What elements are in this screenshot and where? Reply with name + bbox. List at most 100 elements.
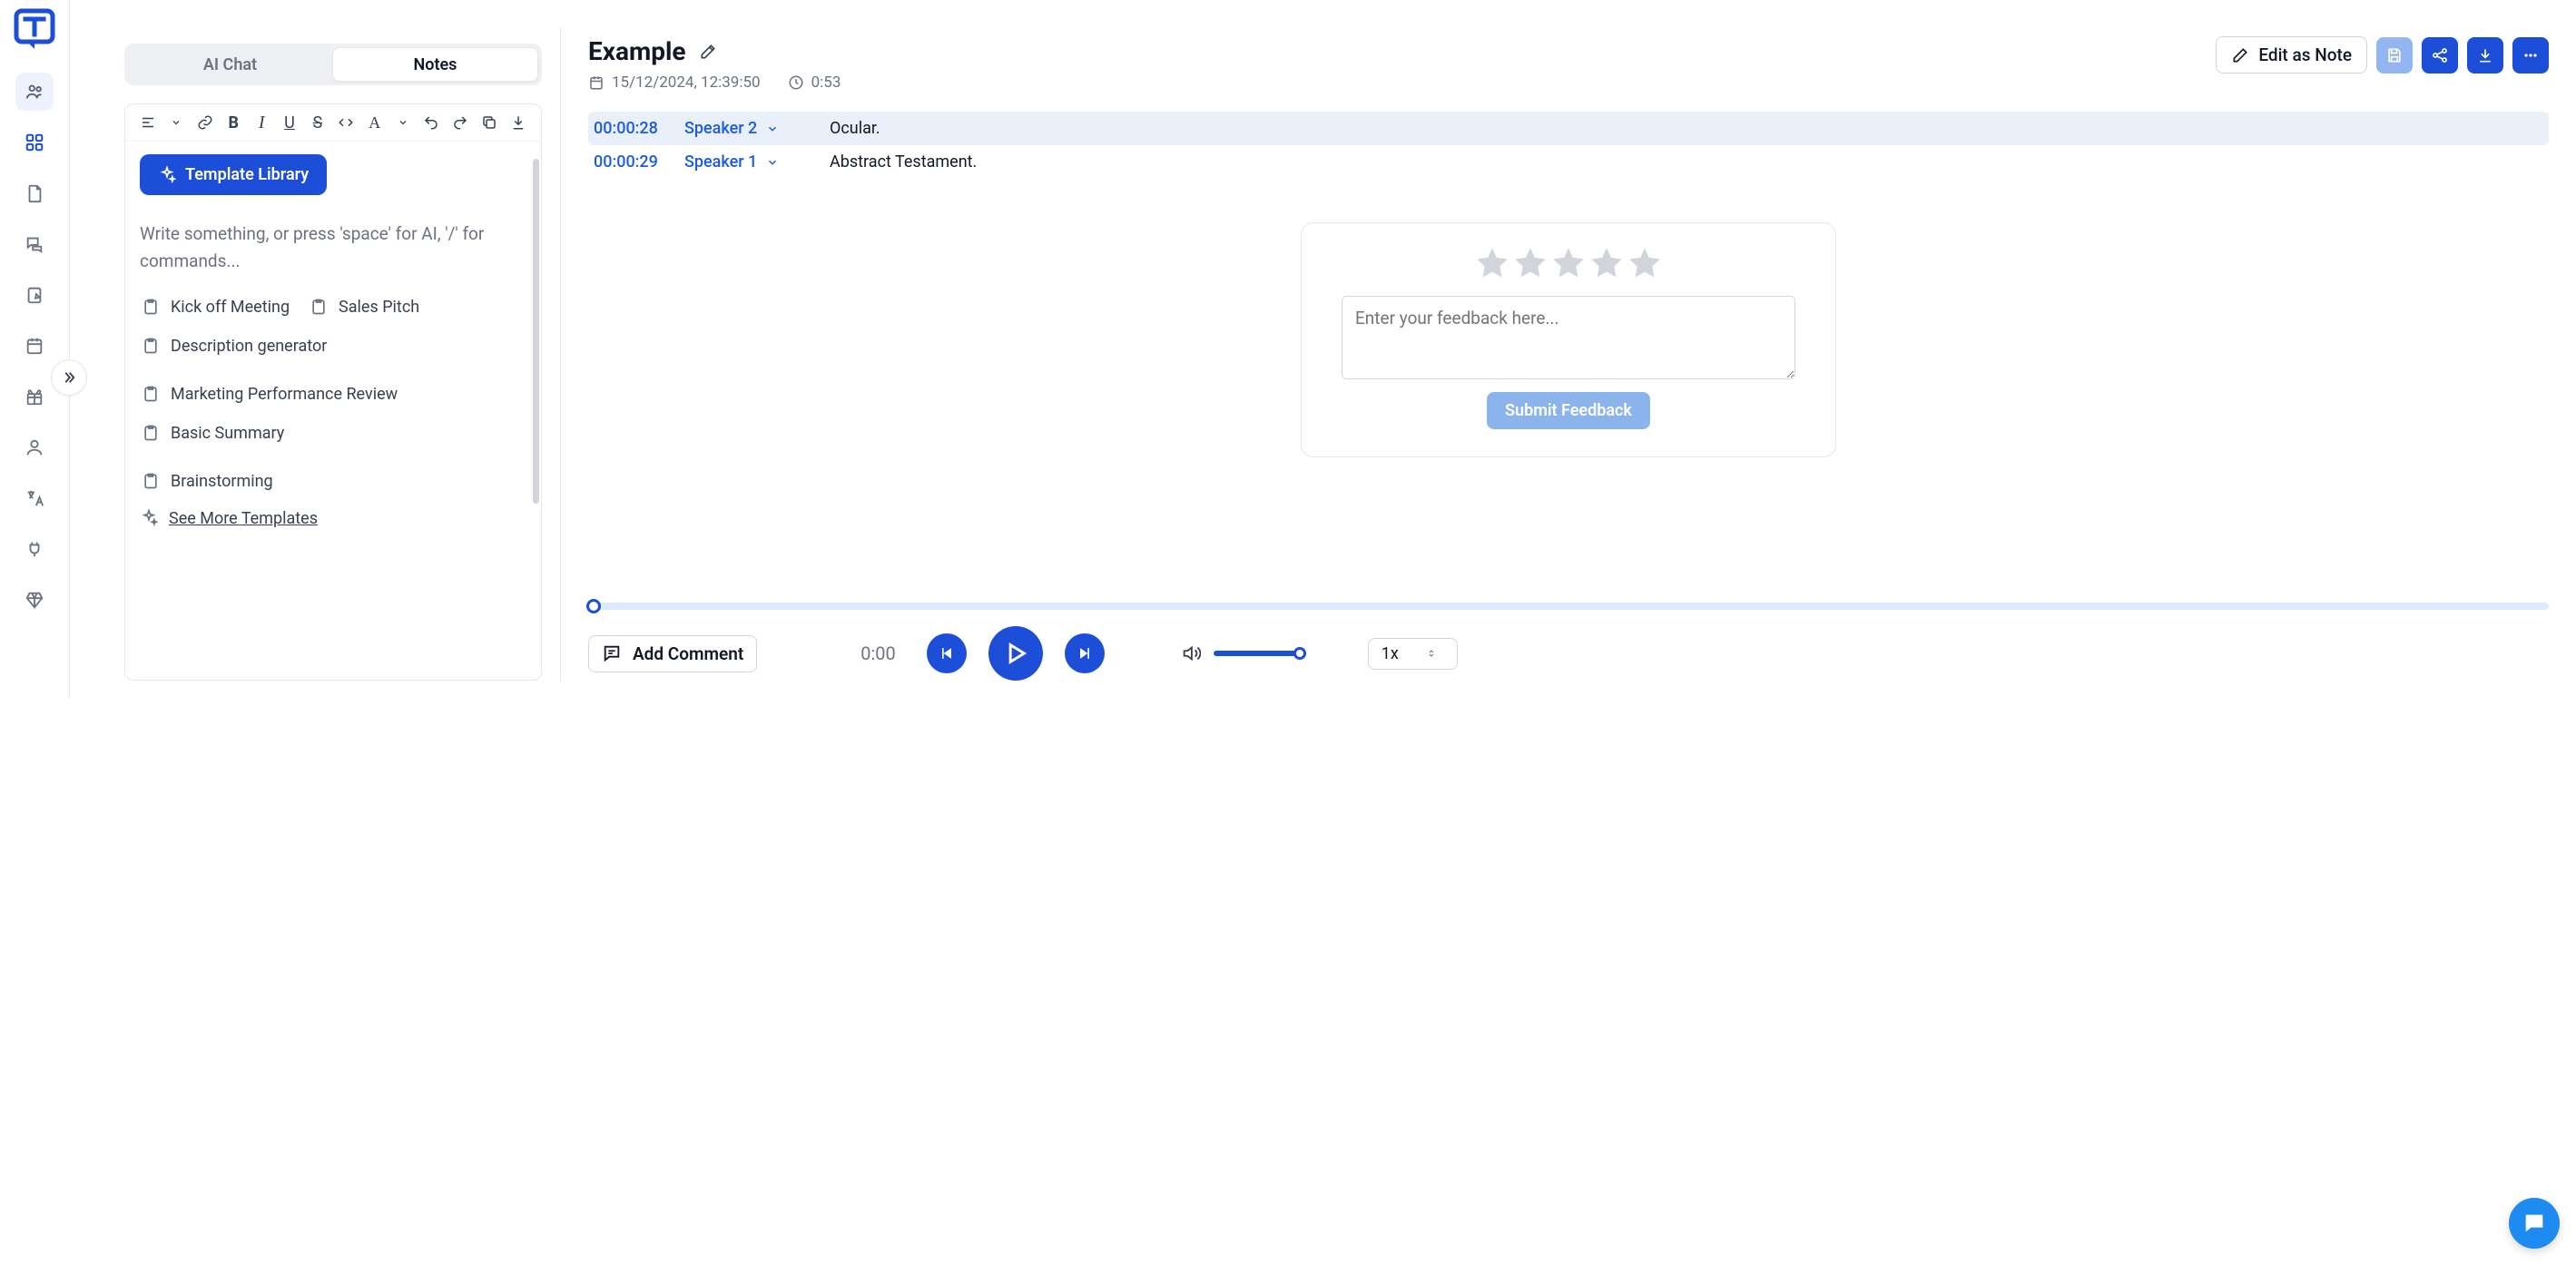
- transcript-row[interactable]: 00:00:28 Speaker 2 Ocular.: [588, 112, 2549, 145]
- calendar-icon: [588, 74, 605, 91]
- volume-icon[interactable]: [1181, 643, 1201, 663]
- chevron-down-icon[interactable]: [169, 112, 184, 133]
- template-description[interactable]: Description generator: [140, 331, 329, 361]
- sidebar-item-team[interactable]: [15, 73, 54, 111]
- sidebar-item-chat[interactable]: [15, 225, 54, 263]
- editor-placeholder: Write something, or press 'space' for AI…: [140, 221, 526, 276]
- copy-icon[interactable]: [481, 112, 497, 133]
- template-kickoff[interactable]: Kick off Meeting: [140, 292, 291, 322]
- skip-back-icon: [938, 644, 956, 662]
- transcript-text: Abstract Testament.: [830, 152, 2543, 172]
- editor-body[interactable]: Template Library Write something, or pre…: [125, 142, 541, 680]
- sidebar-item-notebook[interactable]: [15, 276, 54, 314]
- see-more-templates[interactable]: See More Templates: [140, 509, 318, 528]
- strike-button[interactable]: S: [310, 112, 325, 133]
- align-icon[interactable]: [140, 112, 156, 133]
- share-button[interactable]: [2422, 37, 2458, 74]
- transcript-panel: Example 15/12/2024, 12:39:50 0:53: [561, 0, 2576, 699]
- sidebar-item-gift[interactable]: [15, 378, 54, 416]
- play-button[interactable]: [988, 626, 1043, 681]
- chevron-down-icon-2[interactable]: [395, 112, 410, 133]
- more-button[interactable]: [2512, 37, 2549, 74]
- sidebar-expand-button[interactable]: [51, 359, 87, 396]
- transcript-time: 00:00:28: [594, 119, 672, 138]
- star-icon[interactable]: [1550, 245, 1587, 281]
- page-title: Example: [588, 36, 686, 66]
- sparkle-icon: [140, 509, 158, 527]
- edit-title-icon[interactable]: [699, 43, 717, 61]
- chevron-down-icon: [766, 156, 779, 169]
- star-icon[interactable]: [1512, 245, 1549, 281]
- transcript-row[interactable]: 00:00:29 Speaker 1 Abstract Testament.: [588, 145, 2549, 179]
- download-button[interactable]: [2467, 37, 2503, 74]
- notes-editor: B I U S A Template Library: [124, 103, 542, 681]
- template-library-button[interactable]: Template Library: [140, 154, 327, 195]
- link-icon[interactable]: [197, 112, 213, 133]
- template-marketing[interactable]: Marketing Performance Review: [140, 379, 399, 409]
- pencil-icon: [2231, 46, 2249, 64]
- sidebar-item-translate[interactable]: [15, 479, 54, 517]
- redo-icon[interactable]: [452, 112, 468, 133]
- star-icon[interactable]: [1588, 245, 1625, 281]
- notes-panel: AI Chat Notes B I U S A: [70, 0, 560, 699]
- help-chat-button[interactable]: [2509, 1198, 2560, 1249]
- submit-feedback-button[interactable]: Submit Feedback: [1487, 392, 1650, 429]
- clipboard-icon: [142, 337, 160, 355]
- meta-date: 15/12/2024, 12:39:50: [588, 74, 761, 92]
- italic-button[interactable]: I: [254, 112, 270, 133]
- clipboard-icon: [310, 298, 328, 316]
- template-brainstorm[interactable]: Brainstorming: [140, 466, 275, 496]
- text-color-button[interactable]: A: [367, 112, 382, 133]
- prev-track-button[interactable]: [927, 633, 967, 673]
- save-icon: [2385, 46, 2404, 64]
- code-icon[interactable]: [338, 112, 354, 133]
- bold-button[interactable]: B: [226, 112, 241, 133]
- speaker-selector[interactable]: Speaker 2: [684, 119, 817, 138]
- tab-notes[interactable]: Notes: [332, 47, 538, 82]
- progress-bar[interactable]: [588, 603, 2549, 610]
- star-rating[interactable]: [1474, 245, 1663, 281]
- share-icon: [2431, 46, 2449, 64]
- sidebar-item-calendar[interactable]: [15, 327, 54, 365]
- sidebar-item-document[interactable]: [15, 174, 54, 212]
- feedback-input[interactable]: [1342, 296, 1795, 379]
- tab-ai-chat[interactable]: AI Chat: [128, 47, 332, 82]
- sort-icon: [1426, 648, 1437, 659]
- volume-control: [1181, 643, 1301, 663]
- edit-as-note-button[interactable]: Edit as Note: [2216, 36, 2367, 74]
- clipboard-icon: [142, 424, 160, 442]
- star-icon[interactable]: [1627, 245, 1663, 281]
- audio-player: Add Comment 0:00: [588, 603, 2549, 681]
- undo-icon[interactable]: [423, 112, 439, 133]
- clipboard-icon: [142, 298, 160, 316]
- editor-scrollbar[interactable]: [533, 159, 539, 504]
- sidebar-item-dashboard[interactable]: [15, 123, 54, 162]
- next-track-button[interactable]: [1065, 633, 1105, 673]
- star-icon[interactable]: [1474, 245, 1510, 281]
- progress-thumb[interactable]: [586, 599, 601, 613]
- template-basic[interactable]: Basic Summary: [140, 418, 286, 448]
- player-controls: Add Comment 0:00: [588, 626, 2549, 681]
- speaker-selector[interactable]: Speaker 1: [684, 152, 817, 172]
- sidebar-item-profile[interactable]: [15, 428, 54, 466]
- comment-icon: [602, 643, 622, 663]
- sidebar-item-premium[interactable]: [15, 581, 54, 619]
- volume-slider[interactable]: [1214, 651, 1301, 656]
- underline-button[interactable]: U: [282, 112, 298, 133]
- chevron-down-icon: [766, 123, 779, 135]
- add-comment-button[interactable]: Add Comment: [588, 635, 757, 672]
- app-logo[interactable]: [11, 5, 58, 53]
- download-icon[interactable]: [510, 112, 526, 133]
- save-button[interactable]: [2376, 37, 2413, 74]
- sidebar-item-integrations[interactable]: [15, 530, 54, 568]
- skip-forward-icon: [1076, 644, 1094, 662]
- app-root: AI Chat Notes B I U S A: [0, 0, 2576, 699]
- meta-row: 15/12/2024, 12:39:50 0:53: [588, 74, 841, 92]
- speed-selector[interactable]: 1x: [1368, 638, 1458, 670]
- tab-bar: AI Chat Notes: [124, 44, 542, 85]
- sparkle-icon: [158, 166, 176, 184]
- template-sales[interactable]: Sales Pitch: [308, 292, 421, 322]
- volume-thumb[interactable]: [1293, 647, 1306, 660]
- transcript-text: Ocular.: [830, 119, 2543, 138]
- sidebar: [0, 0, 70, 699]
